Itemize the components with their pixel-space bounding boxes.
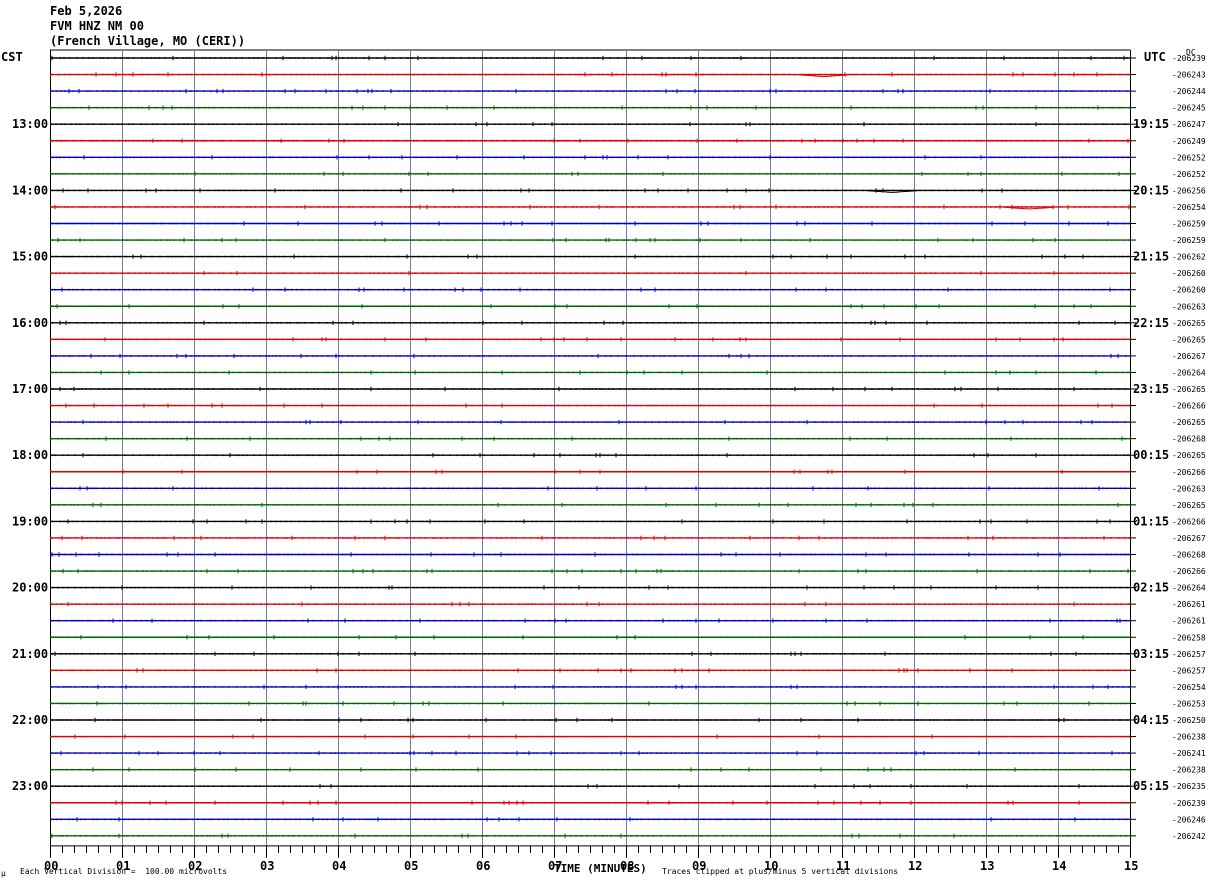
dc-offset-label: -206265 — [1172, 501, 1206, 510]
x-tick-label: 14 — [1052, 859, 1066, 873]
x-tick-label: 12 — [908, 859, 922, 873]
dc-offset-label: -206244 — [1172, 87, 1206, 96]
dc-offset-label: -206260 — [1172, 286, 1206, 295]
dc-offset-label: -206254 — [1172, 683, 1206, 692]
dc-offset-label: -206257 — [1172, 666, 1206, 675]
x-tick-label: 15 — [1124, 859, 1138, 873]
cst-hour-label: 16:00 — [12, 316, 48, 330]
utc-hour-label: 00:15 — [1133, 448, 1169, 462]
dc-offset-label: -206261 — [1172, 617, 1206, 626]
dc-offset-label: -206264 — [1172, 584, 1206, 593]
dc-offset-label: -206266 — [1172, 402, 1206, 411]
dc-offset-label: -206238 — [1172, 766, 1206, 775]
dc-offset-label: -206263 — [1172, 484, 1206, 493]
dc-offset-label: -206238 — [1172, 733, 1206, 742]
corner-mark: µ — [1, 869, 6, 878]
dc-offset-label: -206260 — [1172, 269, 1206, 278]
utc-hour-label: 05:15 — [1133, 779, 1169, 793]
cst-hour-label: 18:00 — [12, 448, 48, 462]
dc-offset-label: -206268 — [1172, 551, 1206, 560]
x-tick-label: 06 — [476, 859, 490, 873]
x-tick-label: 05 — [404, 859, 418, 873]
cst-hour-label: 13:00 — [12, 117, 48, 131]
clip-note: Traces clipped at plus/minus 5 vertical … — [662, 867, 899, 876]
dc-offset-label: -206252 — [1172, 170, 1206, 179]
cst-hour-label: 19:00 — [12, 514, 48, 528]
dc-offset-label: -206268 — [1172, 435, 1206, 444]
dc-offset-label: -206265 — [1172, 451, 1206, 460]
cst-hour-label: 17:00 — [12, 382, 48, 396]
cst-hour-label: 21:00 — [12, 647, 48, 661]
cst-hour-label: 15:00 — [12, 250, 48, 264]
cst-hour-label: 22:00 — [12, 713, 48, 727]
cst-hour-label: 14:00 — [12, 183, 48, 197]
utc-hour-label: 23:15 — [1133, 382, 1169, 396]
dc-offset-label: -206239 — [1172, 799, 1206, 808]
dc-offset-label: -206252 — [1172, 153, 1206, 162]
utc-hour-label: 19:15 — [1133, 117, 1169, 131]
dc-offset-label: -206266 — [1172, 468, 1206, 477]
utc-hour-label: 01:15 — [1133, 514, 1169, 528]
dc-offset-label: -206267 — [1172, 534, 1206, 543]
dc-offset-label: -206259 — [1172, 220, 1206, 229]
dc-offset-label: -206263 — [1172, 302, 1206, 311]
dc-offset-label: -206242 — [1172, 832, 1206, 841]
utc-hour-label: 21:15 — [1133, 250, 1169, 264]
dc-offset-label: -206267 — [1172, 352, 1206, 361]
dc-offset-label: -206250 — [1172, 716, 1206, 725]
dc-offset-label: -206253 — [1172, 699, 1206, 708]
dc-offset-label: -206265 — [1172, 335, 1206, 344]
dc-offset-label: -206266 — [1172, 517, 1206, 526]
dc-offset-label: -206247 — [1172, 120, 1206, 129]
dc-offset-label: -206265 — [1172, 418, 1206, 427]
dc-offset-label: -206235 — [1172, 782, 1206, 791]
x-tick-label: 03 — [260, 859, 274, 873]
utc-hour-label: 03:15 — [1133, 647, 1169, 661]
utc-hour-label: 04:15 — [1133, 713, 1169, 727]
dc-offset-label: -206254 — [1172, 203, 1206, 212]
dc-offset-label: -206239 — [1172, 54, 1206, 63]
dc-offset-label: -206241 — [1172, 749, 1206, 758]
dc-offset-label: -206245 — [1172, 104, 1206, 113]
utc-hour-label: 22:15 — [1133, 316, 1169, 330]
dc-offset-label: -206257 — [1172, 650, 1206, 659]
dc-offset-label: -206265 — [1172, 385, 1206, 394]
dc-offset-label: -206258 — [1172, 633, 1206, 642]
scale-note: Each Vertical Division = 100.00 microvol… — [20, 867, 228, 876]
cst-hour-label: 23:00 — [12, 779, 48, 793]
cst-hour-label: 20:00 — [12, 581, 48, 595]
trace-noise — [51, 601, 1130, 607]
dc-offset-label: -206259 — [1172, 236, 1206, 245]
dc-offset-label: -206265 — [1172, 319, 1206, 328]
dc-offset-label: -206249 — [1172, 137, 1206, 146]
x-tick-label: 13 — [980, 859, 994, 873]
dc-offset-label: -206261 — [1172, 600, 1206, 609]
utc-hour-label: 02:15 — [1133, 581, 1169, 595]
dc-offset-label: -206256 — [1172, 186, 1206, 195]
dc-offset-label: -206266 — [1172, 567, 1206, 576]
dc-offset-label: -206246 — [1172, 815, 1206, 824]
x-axis-label: TIME (MINUTES) — [554, 862, 647, 875]
x-tick-label: 04 — [332, 859, 346, 873]
dc-offset-label: -206264 — [1172, 368, 1206, 377]
dc-offset-label: -206243 — [1172, 71, 1206, 80]
helicorder-plot: -206239 -206243 -206244 -206245 -206247 -2062… — [12, 49, 1206, 873]
dc-offset-label: -206262 — [1172, 253, 1206, 262]
utc-hour-label: 20:15 — [1133, 183, 1169, 197]
